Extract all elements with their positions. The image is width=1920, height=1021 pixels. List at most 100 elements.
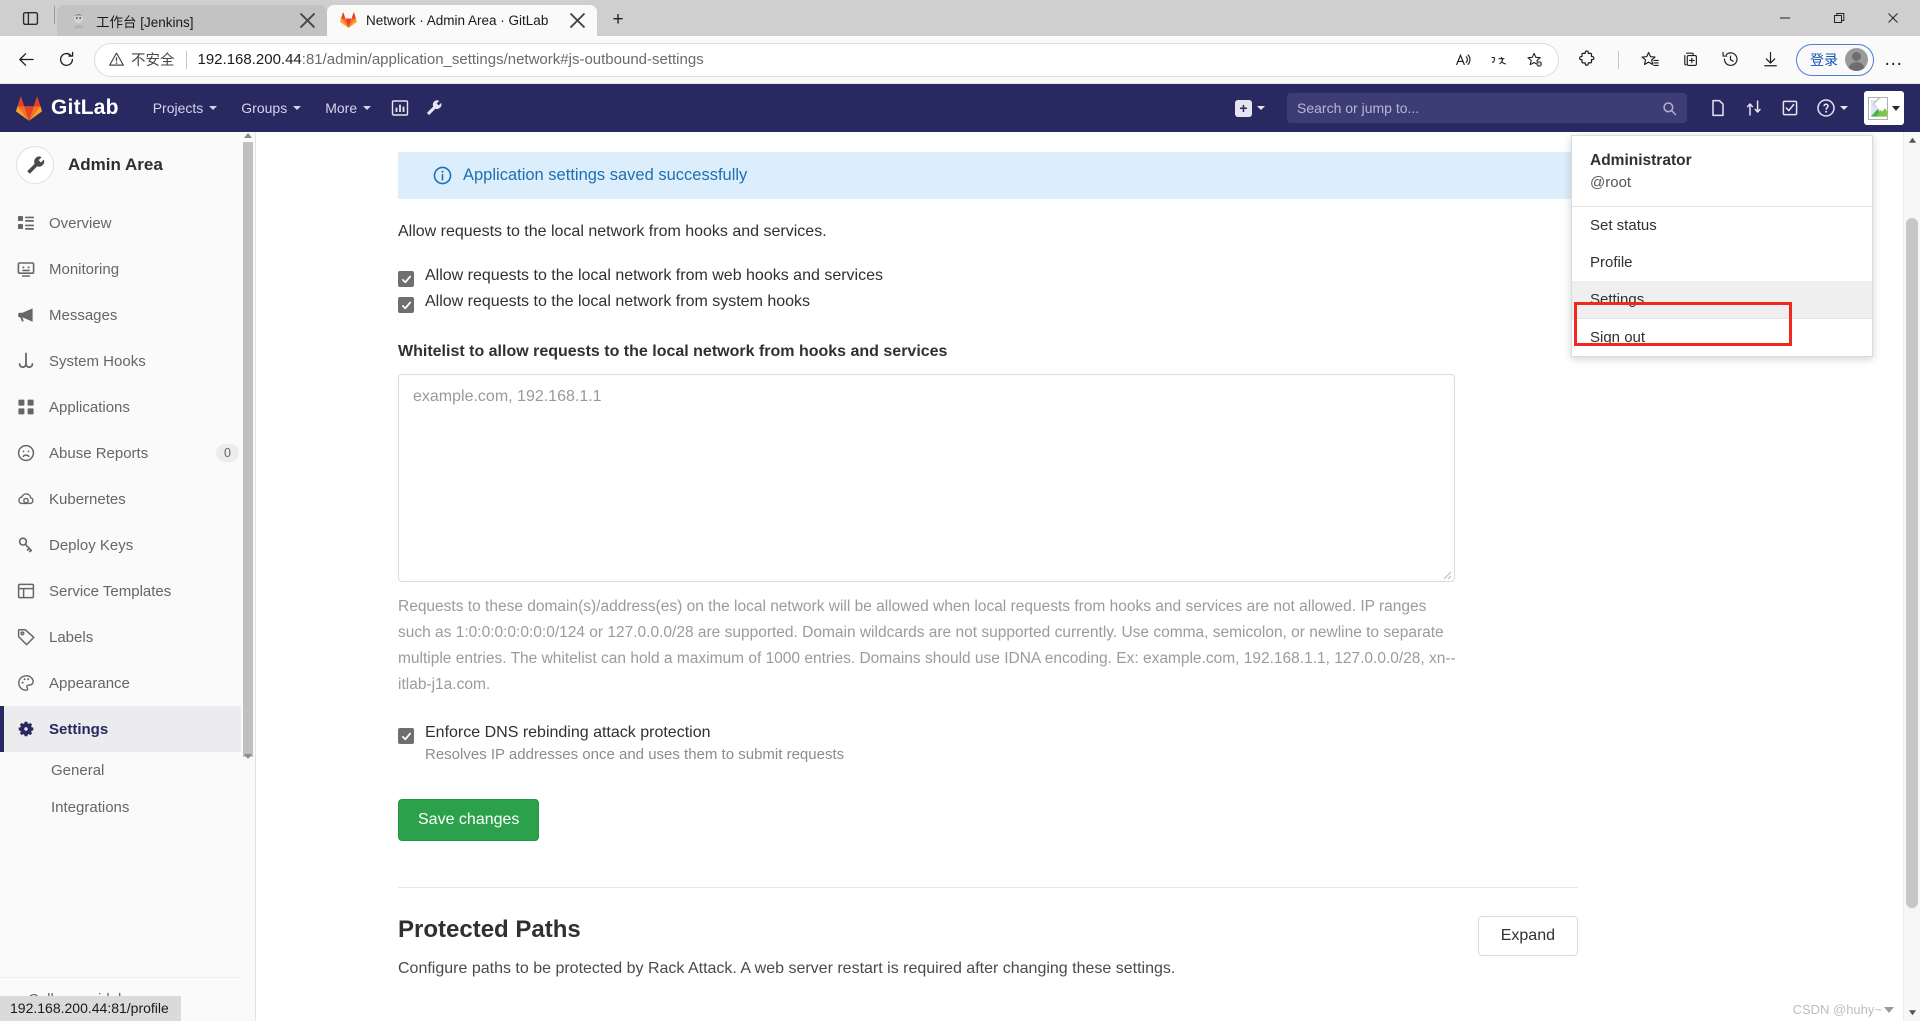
address-bar[interactable]: 不安全 192.168.200.44:81/admin/application_… xyxy=(94,42,1559,77)
expand-button[interactable]: Expand xyxy=(1477,916,1578,957)
success-alert: Application settings saved successfully xyxy=(398,152,1688,199)
more-options-icon[interactable]: … xyxy=(1874,42,1914,78)
sidebar-item-kubernetes[interactable]: Kubernetes xyxy=(0,476,255,522)
merge-requests-icon[interactable] xyxy=(1737,84,1771,132)
menu-item-settings[interactable]: Settings xyxy=(1572,281,1872,319)
close-icon[interactable] xyxy=(1866,0,1920,36)
read-aloud-icon[interactable] xyxy=(1446,45,1480,75)
chevron-down-icon xyxy=(209,106,218,110)
menu-item-profile[interactable]: Profile xyxy=(1572,244,1872,281)
close-icon[interactable] xyxy=(567,10,588,31)
scroll-down-arrow-icon[interactable] xyxy=(1904,1004,1920,1021)
gitlab-wordmark: GitLab xyxy=(51,96,119,119)
menu-item-sign-out[interactable]: Sign out xyxy=(1572,319,1872,356)
close-icon[interactable] xyxy=(297,10,318,31)
url-path: :81/admin/application_settings/network#j… xyxy=(301,51,704,68)
scroll-up-arrow-icon[interactable] xyxy=(244,133,252,138)
help-icon[interactable] xyxy=(1809,84,1856,132)
issues-icon[interactable] xyxy=(1701,84,1735,132)
wrench-icon[interactable] xyxy=(417,84,451,132)
sidebar-item-overview[interactable]: Overview xyxy=(0,200,255,246)
checkbox-label: Allow requests to the local network from… xyxy=(425,293,811,310)
url-text: 192.168.200.44:81/admin/application_sett… xyxy=(198,51,1447,68)
admin-sidebar: Admin Area Overview Monitoring Messages xyxy=(0,132,256,1021)
back-arrow-icon[interactable] xyxy=(6,42,46,78)
dns-rebinding-help: Resolves IP addresses once and uses them… xyxy=(425,746,845,764)
extensions-icon[interactable] xyxy=(1567,42,1607,78)
scroll-down-arrow-icon[interactable] xyxy=(244,754,252,759)
wrench-icon xyxy=(16,146,54,184)
sidebar-item-label: Messages xyxy=(49,306,118,324)
sidebar-item-applications[interactable]: Applications xyxy=(0,384,255,430)
divider xyxy=(1618,50,1619,69)
user-avatar-button[interactable] xyxy=(1864,91,1904,125)
analytics-icon[interactable] xyxy=(383,84,417,132)
sidebar-subitem-integrations[interactable]: Integrations xyxy=(0,789,255,826)
sidebar-item-appearance[interactable]: Appearance xyxy=(0,660,255,706)
scrollbar-thumb[interactable] xyxy=(1906,218,1918,908)
checkbox-dns-rebinding[interactable] xyxy=(398,728,414,745)
resize-grip-icon[interactable] xyxy=(1440,567,1452,580)
omnibox-actions xyxy=(1446,45,1552,75)
sidebar-scrollbar[interactable] xyxy=(241,132,255,1021)
search-input[interactable]: Search or jump to... xyxy=(1287,93,1687,123)
signin-button[interactable]: 登录 xyxy=(1796,43,1874,76)
info-circle-icon xyxy=(433,166,452,185)
new-tab-button[interactable]: + xyxy=(601,5,635,35)
translate-icon[interactable] xyxy=(1482,45,1516,75)
sidebar-item-deploy-keys[interactable]: Deploy Keys xyxy=(0,522,255,568)
gitlab-logo[interactable]: GitLab xyxy=(16,96,119,121)
security-status[interactable]: 不安全 xyxy=(109,49,175,70)
nav-item-more[interactable]: More xyxy=(313,84,383,132)
maximize-icon[interactable] xyxy=(1812,0,1866,36)
save-changes-button[interactable]: Save changes xyxy=(398,799,540,842)
browser-tab-gitlab[interactable]: Network · Admin Area · GitLab xyxy=(327,5,597,36)
checkbox-row-dns-rebinding[interactable]: Enforce DNS rebinding attack protection xyxy=(398,724,1920,745)
sidebar-item-service-templates[interactable]: Service Templates xyxy=(0,568,255,614)
add-favorite-icon[interactable] xyxy=(1518,45,1552,75)
sidebar-item-label: System Hooks xyxy=(49,352,146,370)
nav-label: Groups xyxy=(241,100,288,116)
reload-icon[interactable] xyxy=(46,42,86,78)
menu-item-set-status[interactable]: Set status xyxy=(1572,207,1872,244)
nav-item-groups[interactable]: Groups xyxy=(229,84,313,132)
tab-separator xyxy=(54,6,55,24)
create-new-button[interactable]: + xyxy=(1227,91,1273,125)
sidebar-item-label: Abuse Reports xyxy=(49,444,149,462)
browser-tab-jenkins[interactable]: 工作台 [Jenkins] xyxy=(57,5,327,36)
status-bar-url: 192.168.200.44:81/profile xyxy=(0,996,181,1021)
abuse-icon xyxy=(16,444,35,463)
checkbox-allow-webhooks[interactable] xyxy=(398,271,414,287)
sidebar-subitem-general[interactable]: General xyxy=(0,752,255,789)
sidebar-item-messages[interactable]: Messages xyxy=(0,292,255,338)
search-placeholder: Search or jump to... xyxy=(1297,100,1420,116)
sidebar-item-monitoring[interactable]: Monitoring xyxy=(0,246,255,292)
minimize-icon[interactable] xyxy=(1758,0,1812,36)
nav-item-projects[interactable]: Projects xyxy=(141,84,230,132)
chevron-down-icon xyxy=(363,106,372,110)
page-scrollbar[interactable] xyxy=(1903,132,1920,1021)
sidebar-item-label: Labels xyxy=(49,628,94,646)
tab-list-icon[interactable] xyxy=(8,0,52,36)
downloads-icon[interactable] xyxy=(1750,42,1790,78)
scroll-up-arrow-icon[interactable] xyxy=(1904,132,1920,149)
sidebar-item-label: Service Templates xyxy=(49,582,172,600)
monitor-icon xyxy=(16,260,35,279)
favorites-icon[interactable] xyxy=(1630,42,1670,78)
protected-paths-section: Protected Paths Configure paths to be pr… xyxy=(398,916,1578,978)
sidebar-item-labels[interactable]: Labels xyxy=(0,614,255,660)
scrollbar-thumb[interactable] xyxy=(243,142,253,757)
divider xyxy=(185,50,187,69)
sidebar-header[interactable]: Admin Area xyxy=(0,132,255,200)
collections-icon[interactable] xyxy=(1670,42,1710,78)
todos-icon[interactable] xyxy=(1773,84,1807,132)
history-icon[interactable] xyxy=(1710,42,1750,78)
sidebar-item-system-hooks[interactable]: System Hooks xyxy=(0,338,255,384)
sidebar-item-abuse-reports[interactable]: Abuse Reports 0 xyxy=(0,430,255,476)
whitelist-textarea[interactable]: example.com, 192.168.1.1 xyxy=(398,374,1455,582)
sidebar-item-settings[interactable]: Settings xyxy=(0,706,255,752)
url-host: 192.168.200.44 xyxy=(197,51,302,68)
key-icon xyxy=(16,536,35,555)
security-label: 不安全 xyxy=(131,53,175,69)
checkbox-allow-systemhooks[interactable] xyxy=(398,297,414,313)
